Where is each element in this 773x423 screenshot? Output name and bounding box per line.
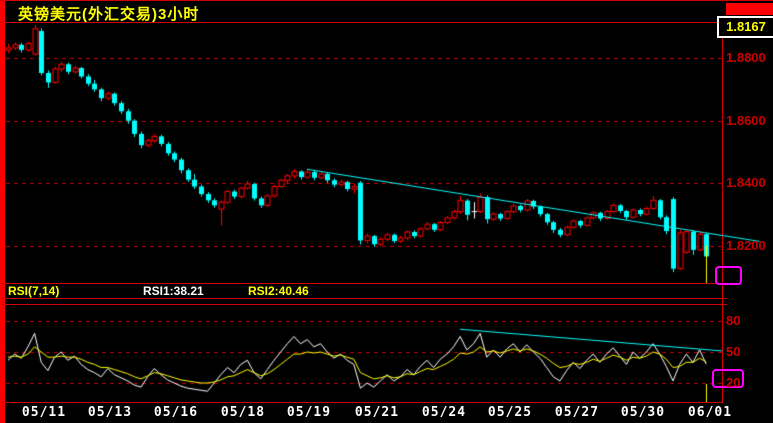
corner-red-button[interactable] xyxy=(726,3,773,15)
rsi-indicator-name[interactable]: RSI(7,14) xyxy=(8,284,59,298)
rsi-tick-label: 80 xyxy=(726,313,741,328)
price-tick-label: 1.8400 xyxy=(726,175,766,190)
price-tick-label: 1.8800 xyxy=(726,50,766,65)
date-tick-label: 05/27 xyxy=(554,405,600,420)
price-tick-label: 1.8600 xyxy=(726,113,766,128)
candlestick-rsi-chart-canvas[interactable] xyxy=(0,0,773,423)
date-tick-label: 06/01 xyxy=(687,405,733,420)
date-tick-label: 05/18 xyxy=(220,405,266,420)
date-tick-label: 05/30 xyxy=(620,405,666,420)
rsi2-value-label: RSI2:40.46 xyxy=(248,284,309,298)
last-price-badge: 1.8167 xyxy=(717,16,773,38)
rsi-tick-label: 50 xyxy=(726,344,741,359)
date-tick-label: 05/25 xyxy=(487,405,533,420)
highlight-box-price xyxy=(715,266,742,285)
date-tick-label: 05/13 xyxy=(87,405,133,420)
rsi-tick-label: 20 xyxy=(726,375,741,390)
date-tick-label: 05/19 xyxy=(286,405,332,420)
chart-title: 英镑美元(外汇交易)3小时 xyxy=(18,6,200,23)
date-tick-label: 05/16 xyxy=(153,405,199,420)
chart-window: 英镑美元(外汇交易)3小时 RSI(7,14) RSI1:38.21 RSI2:… xyxy=(0,0,773,423)
date-tick-label: 05/24 xyxy=(421,405,467,420)
date-tick-label: 05/11 xyxy=(21,405,67,420)
date-tick-label: 05/21 xyxy=(354,405,400,420)
price-tick-label: 1.8200 xyxy=(726,238,766,253)
rsi1-value-label: RSI1:38.21 xyxy=(143,284,204,298)
